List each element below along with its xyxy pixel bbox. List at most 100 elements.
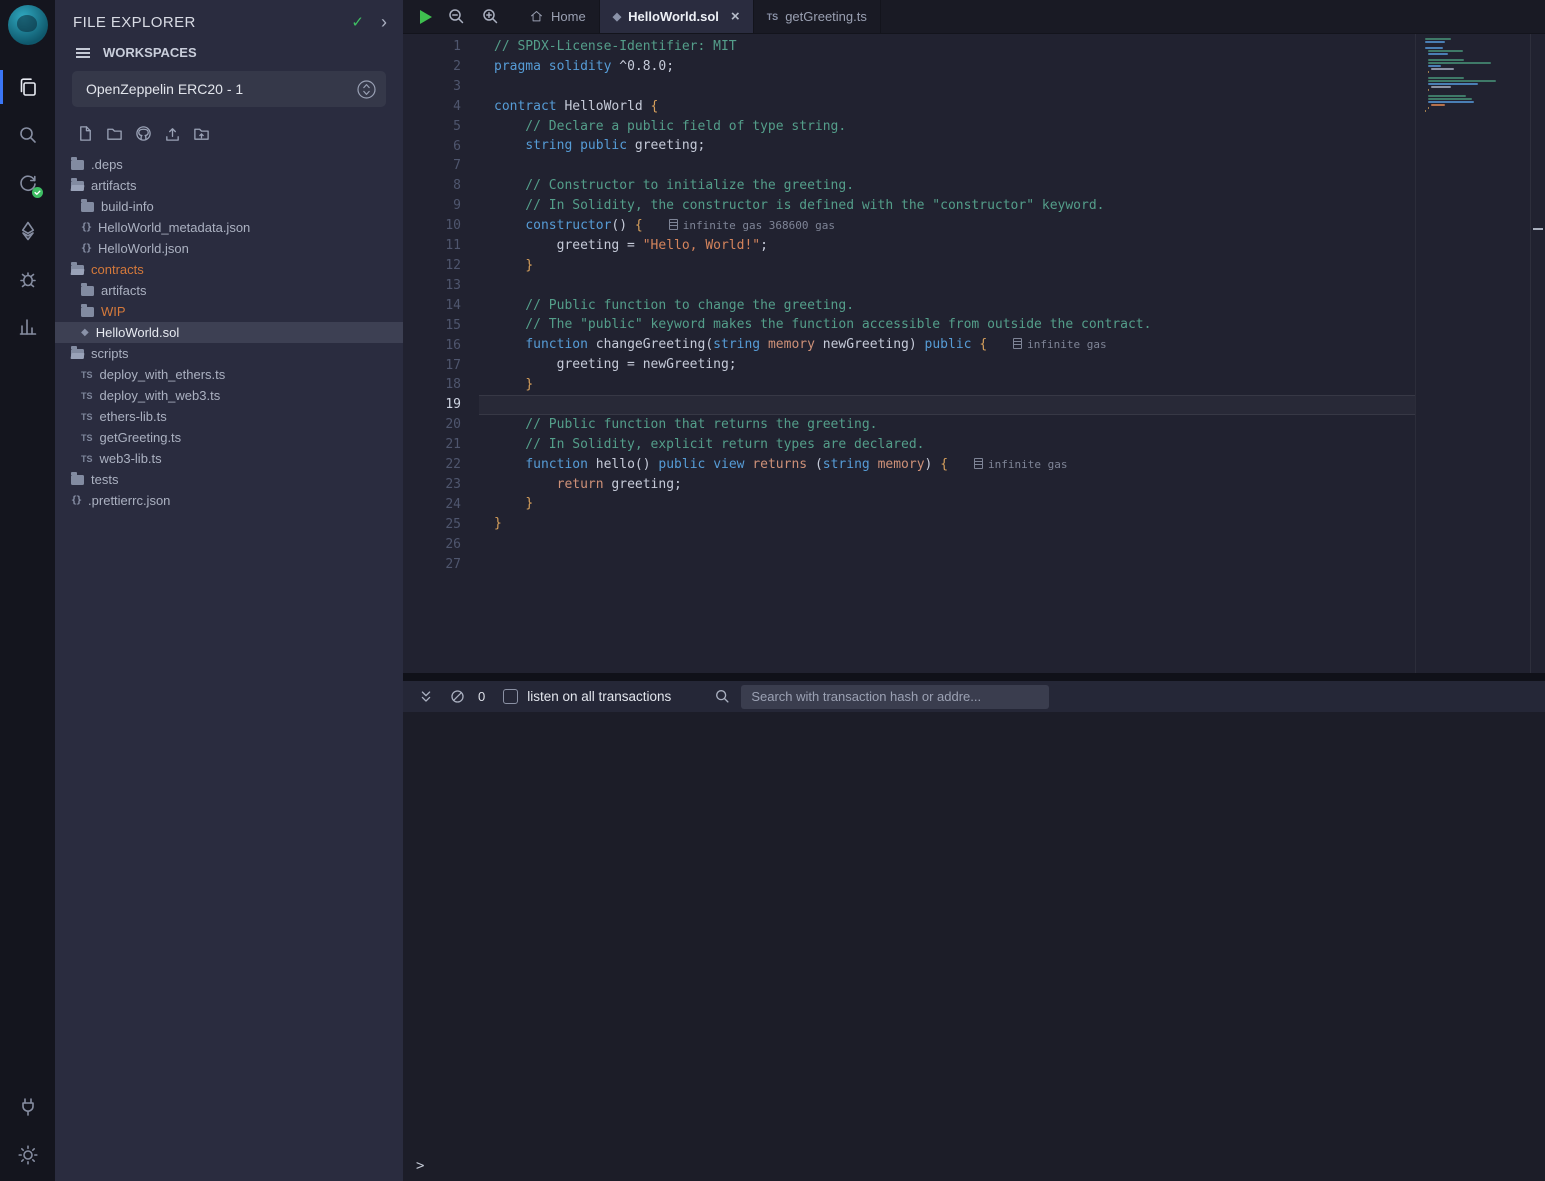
code-line-3[interactable] [479, 77, 1415, 97]
check-icon[interactable]: ✓ [351, 13, 364, 31]
code-line-5[interactable]: // Declare a public field of type string… [479, 117, 1415, 137]
code-line-1[interactable]: // SPDX-License-Identifier: MIT [479, 37, 1415, 57]
minimap-line [1428, 62, 1491, 64]
new-file-button[interactable] [77, 125, 94, 142]
tree-item[interactable]: TSweb3-lib.ts [55, 448, 403, 469]
clear-console-icon[interactable] [449, 688, 466, 705]
sidebar-item-solidity-compiler[interactable] [0, 159, 55, 207]
code-line-21[interactable]: // In Solidity, explicit return types ar… [479, 435, 1415, 455]
ruler-marker [1533, 228, 1543, 230]
code-line-15[interactable]: // The "public" keyword makes the functi… [479, 315, 1415, 335]
solidity-file-icon: ◆ [81, 327, 89, 338]
code-line-20[interactable]: // Public function that returns the gree… [479, 415, 1415, 435]
workspace-select[interactable]: OpenZeppelin ERC20 - 1 [72, 71, 386, 107]
folder-open-icon [71, 349, 84, 359]
tree-item-label: getGreeting.ts [100, 430, 182, 445]
sidebar-item-debugger[interactable] [0, 255, 55, 303]
tree-item[interactable]: artifacts [55, 175, 403, 196]
workspaces-row: WORKSPACES [55, 37, 403, 66]
tree-item[interactable]: TS getGreeting.ts [55, 427, 403, 448]
overview-ruler[interactable] [1530, 34, 1545, 673]
line-number: 21 [403, 435, 461, 455]
tree-item[interactable]: tests [55, 469, 403, 490]
close-tab-icon[interactable]: × [731, 9, 740, 24]
sidebar-item-deploy-and-run[interactable] [0, 207, 55, 255]
hamburger-menu-icon[interactable] [76, 48, 90, 50]
code-line-19[interactable] [479, 395, 1415, 415]
listen-transactions-checkbox[interactable] [503, 689, 518, 704]
line-number: 8 [403, 176, 461, 196]
upload-folder-button[interactable] [193, 125, 210, 142]
search-icon [16, 123, 40, 147]
code-line-4[interactable]: contract HelloWorld { [479, 97, 1415, 117]
tree-item[interactable]: {}HelloWorld_metadata.json [55, 217, 403, 238]
tab-helloworld-sol[interactable]: ◆ HelloWorld.sol × [600, 0, 754, 33]
remix-logo-icon[interactable] [8, 5, 48, 45]
tree-item[interactable]: {}.prettierrc.json [55, 490, 403, 511]
line-number: 5 [403, 117, 461, 137]
terminal-body[interactable]: > [403, 712, 1545, 1181]
tree-item[interactable]: contracts [55, 259, 403, 280]
tab-home[interactable]: Home [516, 0, 600, 33]
chevron-right-icon[interactable]: › [381, 13, 387, 31]
code-line-27[interactable] [479, 554, 1415, 574]
code-line-18[interactable]: } [479, 375, 1415, 395]
tree-item[interactable]: scripts [55, 343, 403, 364]
code-line-17[interactable]: greeting = newGreeting; [479, 355, 1415, 375]
code-line-7[interactable] [479, 156, 1415, 176]
folder-icon [81, 286, 94, 296]
sidebar-item-plugin-manager[interactable] [0, 303, 55, 351]
tree-item[interactable]: WIP [55, 301, 403, 322]
new-file-icon [77, 125, 94, 142]
sidebar-item-settings[interactable] [0, 1131, 55, 1179]
zoom-in-icon[interactable] [481, 7, 500, 26]
code-line-6[interactable]: string public greeting; [479, 136, 1415, 156]
upload-file-button[interactable] [164, 125, 181, 142]
tree-item[interactable]: build-info [55, 196, 403, 217]
tree-item[interactable]: artifacts [55, 280, 403, 301]
tree-item[interactable]: .deps [55, 154, 403, 175]
sidebar-item-plugin-connect[interactable] [0, 1083, 55, 1131]
line-number: 19 [403, 395, 461, 415]
sidebar-item-search[interactable] [0, 111, 55, 159]
tree-item[interactable]: TSethers-lib.ts [55, 406, 403, 427]
code-line-12[interactable]: } [479, 256, 1415, 276]
code-line-10[interactable]: constructor() {infinite gas 368600 gas [479, 216, 1415, 236]
folder-icon [81, 202, 94, 212]
tree-item[interactable]: TSdeploy_with_ethers.ts [55, 364, 403, 385]
code-line-13[interactable] [479, 276, 1415, 296]
minimap-line [1425, 47, 1443, 49]
code-line-22[interactable]: function hello() public view returns (st… [479, 455, 1415, 475]
terminal-resize-handle[interactable] [403, 673, 1545, 681]
minimap[interactable] [1425, 38, 1505, 118]
code-line-8[interactable]: // Constructor to initialize the greetin… [479, 176, 1415, 196]
minimap-line [1428, 50, 1463, 52]
code-line-9[interactable]: // In Solidity, the constructor is defin… [479, 196, 1415, 216]
line-numbers: 1234567891011121314151617181920212223242… [403, 34, 479, 673]
minimap-line [1431, 86, 1451, 88]
code-line-2[interactable]: pragma solidity ^0.8.0; [479, 57, 1415, 77]
code-line-14[interactable]: // Public function to change the greetin… [479, 296, 1415, 316]
publish-to-gist-button[interactable] [135, 125, 152, 142]
expand-terminal-icon[interactable] [417, 688, 435, 706]
code-line-25[interactable]: } [479, 514, 1415, 534]
tree-item[interactable]: TSdeploy_with_web3.ts [55, 385, 403, 406]
bug-icon [16, 267, 40, 291]
zoom-out-icon[interactable] [447, 7, 466, 26]
code-line-16[interactable]: function changeGreeting(string memory ne… [479, 335, 1415, 355]
run-script-button[interactable] [420, 10, 432, 24]
folder-icon [81, 307, 94, 317]
tree-item[interactable]: {}HelloWorld.json [55, 238, 403, 259]
code-line-26[interactable] [479, 534, 1415, 554]
typescript-file-icon: TS [81, 433, 93, 443]
tree-item[interactable]: ◆HelloWorld.sol [55, 322, 403, 343]
transaction-search-input[interactable] [741, 685, 1049, 709]
tree-item-label: tests [91, 472, 118, 487]
tab-getgreeting-ts[interactable]: TS getGreeting.ts [754, 0, 881, 33]
code-line-23[interactable]: return greeting; [479, 475, 1415, 495]
new-folder-button[interactable] [106, 125, 123, 142]
minimap-line [1431, 104, 1445, 106]
code-line-11[interactable]: greeting = "Hello, World!"; [479, 236, 1415, 256]
code-line-24[interactable]: } [479, 494, 1415, 514]
sidebar-item-file-explorer[interactable] [0, 63, 55, 111]
